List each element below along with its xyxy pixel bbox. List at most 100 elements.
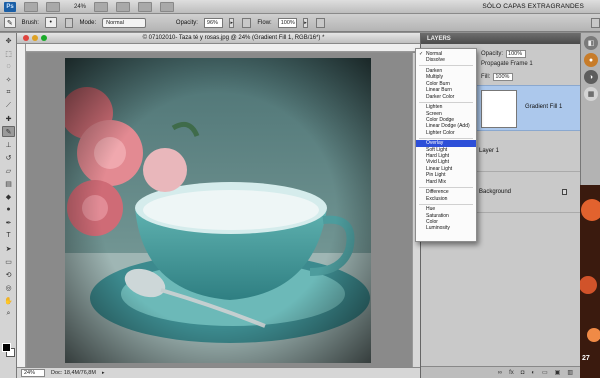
crop-icon[interactable]: ⌗ bbox=[2, 87, 15, 98]
lasso-icon[interactable]: ◌ bbox=[2, 61, 15, 72]
airbrush-toggle[interactable] bbox=[316, 17, 326, 28]
photoshop-logo: Ps bbox=[4, 1, 16, 12]
spot-heal-icon[interactable]: ✚ bbox=[2, 113, 15, 124]
zoom-level[interactable]: 24% bbox=[74, 4, 86, 10]
pen-icon[interactable]: ✒ bbox=[2, 217, 15, 228]
menu-separator bbox=[419, 137, 473, 139]
gradient-icon[interactable]: ▤ bbox=[2, 178, 15, 189]
tab-layers[interactable]: LAYERS bbox=[427, 36, 451, 42]
blend-mode-label: Hard Light bbox=[426, 153, 450, 160]
blend-mode-label: Difference bbox=[426, 189, 449, 196]
adjustments-icon[interactable]: ◑ bbox=[584, 70, 598, 84]
masks-icon[interactable]: ▦ bbox=[584, 87, 598, 101]
arrange-documents-button[interactable] bbox=[138, 1, 153, 12]
blend-mode-label: Vivid Light bbox=[426, 159, 449, 166]
blend-mode-dropdown[interactable]: ✓ Normal Dissolve Darken Multiply Color Burn L… bbox=[415, 48, 477, 242]
dodge-icon[interactable]: ● bbox=[2, 204, 15, 215]
blend-mode-item[interactable]: Exclusion bbox=[416, 196, 476, 202]
blend-mode-label: Linear Burn bbox=[426, 87, 452, 94]
path-select-icon[interactable]: ➤ bbox=[2, 243, 15, 254]
marquee-icon[interactable]: ⬚ bbox=[2, 48, 15, 59]
hand-icon[interactable]: ✋ bbox=[2, 295, 15, 306]
blend-mode-label: Dissolve bbox=[426, 57, 445, 64]
dock-number: 27 bbox=[582, 355, 590, 362]
desktop-background-peek: 27 bbox=[580, 185, 600, 378]
menu-separator bbox=[419, 203, 473, 205]
move-icon[interactable]: ✥ bbox=[2, 35, 15, 46]
blend-mode-item[interactable]: Darker Color bbox=[416, 94, 476, 100]
zoom-tool-button[interactable] bbox=[116, 1, 131, 12]
minimize-window-button[interactable] bbox=[32, 35, 38, 41]
layers-panel-header: LAYERS bbox=[421, 33, 580, 44]
shape-icon[interactable]: ▭ bbox=[2, 256, 15, 267]
flow-slider-toggle[interactable]: ▸ bbox=[302, 17, 309, 28]
color-swatches[interactable] bbox=[2, 343, 15, 357]
type-icon[interactable]: T bbox=[2, 230, 15, 241]
blend-mode-item[interactable]: Lighter Color bbox=[416, 130, 476, 136]
mode-label: Mode: bbox=[79, 19, 97, 26]
new-group-icon[interactable]: ▭ bbox=[542, 369, 548, 376]
opacity-slider-toggle[interactable]: ▸ bbox=[229, 17, 235, 28]
close-window-button[interactable] bbox=[23, 35, 29, 41]
blend-mode-label: Hard Mix bbox=[426, 178, 447, 185]
mode-select[interactable]: Normal bbox=[102, 17, 146, 28]
status-zoom-input[interactable]: 24% bbox=[21, 369, 45, 377]
clone-stamp-icon[interactable]: ⊥ bbox=[2, 139, 15, 150]
adjustment-layer-icon[interactable]: ◐ bbox=[531, 370, 535, 376]
blend-mode-label: Color bbox=[426, 218, 438, 225]
horizontal-ruler[interactable] bbox=[26, 44, 420, 52]
blend-mode-label: Lighter Color bbox=[426, 129, 455, 136]
brush-panel-toggle[interactable] bbox=[64, 17, 74, 28]
status-menu-arrow[interactable]: ▸ bbox=[102, 370, 105, 376]
bridge-button[interactable] bbox=[24, 1, 38, 12]
hand-tool-button[interactable] bbox=[94, 1, 109, 12]
menu-separator bbox=[419, 65, 473, 67]
menu-separator bbox=[419, 101, 473, 103]
layer-opacity-input[interactable]: 100% bbox=[506, 50, 527, 58]
delete-layer-icon[interactable]: ▥ bbox=[567, 369, 573, 376]
blend-mode-label: Overlay bbox=[426, 140, 444, 147]
blend-mode-label: Normal bbox=[426, 51, 443, 57]
quick-select-icon[interactable]: ✧ bbox=[2, 74, 15, 85]
zoom-icon[interactable]: ⌕ bbox=[2, 308, 15, 319]
screen-mode-button[interactable] bbox=[160, 1, 175, 12]
status-doc-size[interactable]: Doc: 18,4M/76,8M bbox=[51, 370, 96, 376]
tablet-size-toggle[interactable] bbox=[591, 17, 600, 28]
propagate-frame-checkbox[interactable]: Propagate Frame 1 bbox=[481, 61, 533, 67]
layer-style-icon[interactable]: fx bbox=[509, 370, 514, 376]
eraser-icon[interactable]: ▱ bbox=[2, 165, 15, 176]
3d-orbit-icon[interactable]: ◎ bbox=[2, 282, 15, 293]
blend-mode-label: Luminosity bbox=[426, 225, 450, 232]
layer-opacity-label: Opacity: bbox=[481, 51, 504, 57]
blend-mode-item[interactable]: Hard Mix bbox=[416, 179, 476, 185]
foreground-color[interactable] bbox=[2, 343, 11, 352]
new-layer-icon[interactable]: ▣ bbox=[555, 369, 561, 376]
brush-picker[interactable]: • bbox=[44, 17, 57, 28]
navigator-icon[interactable]: ◧ bbox=[584, 36, 598, 50]
view-extras-button[interactable] bbox=[46, 1, 60, 12]
flow-input[interactable]: 100% bbox=[277, 17, 297, 28]
tablet-opacity-toggle[interactable] bbox=[242, 17, 252, 28]
vertical-ruler[interactable] bbox=[17, 44, 26, 368]
blur-icon[interactable]: ◆ bbox=[2, 191, 15, 202]
layer-fill-input[interactable]: 100% bbox=[493, 73, 514, 81]
history-brush-icon[interactable]: ↺ bbox=[2, 152, 15, 163]
brush-tool-icon[interactable]: ✎ bbox=[2, 126, 15, 137]
blend-mode-item[interactable]: Dissolve bbox=[416, 57, 476, 63]
info-icon[interactable]: ● bbox=[584, 53, 598, 67]
blend-mode-item[interactable]: Luminosity bbox=[416, 225, 476, 231]
blend-mode-label: Soft Light bbox=[426, 146, 448, 153]
3d-rotate-icon[interactable]: ⟲ bbox=[2, 269, 15, 280]
flow-label: Flow: bbox=[257, 19, 272, 26]
teacup-roses-image bbox=[65, 58, 371, 363]
document-image[interactable] bbox=[65, 58, 371, 363]
blend-mode-label: Color Burn bbox=[426, 80, 450, 87]
link-layers-icon[interactable]: ∞ bbox=[498, 370, 502, 376]
workspace-switcher[interactable]: SÓLO CAPAS EXTRAGRANDES bbox=[482, 3, 584, 10]
opacity-input[interactable]: 96% bbox=[203, 17, 224, 28]
blend-mode-label: Darken bbox=[426, 67, 443, 74]
add-mask-icon[interactable]: ◘ bbox=[521, 370, 525, 376]
layer-fill-label: Fill: bbox=[481, 74, 491, 80]
eyedropper-icon[interactable]: ⟋ bbox=[2, 100, 15, 111]
brush-icon[interactable]: ✎ bbox=[4, 17, 16, 28]
